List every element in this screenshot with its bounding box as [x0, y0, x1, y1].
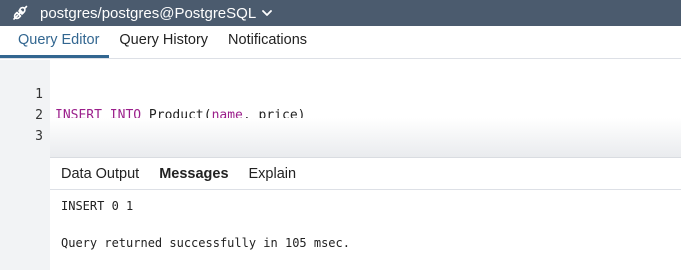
editor-line[interactable]: 1 INSERT INTO Product(name, price) — [0, 63, 681, 123]
line-number: 3 — [35, 129, 43, 144]
chevron-down-icon[interactable] — [262, 9, 273, 17]
tab-query-editor[interactable]: Query Editor — [0, 25, 110, 58]
results-panel: Data Output Messages Explain INSERT 0 1 … — [50, 157, 681, 270]
editor-splitter[interactable] — [50, 118, 681, 158]
message-line: INSERT 0 1 — [61, 199, 134, 213]
connection-plug-icon[interactable] — [0, 0, 40, 26]
tab-query-history[interactable]: Query History — [109, 25, 218, 58]
message-line: Query returned successfully in 105 msec. — [61, 236, 350, 250]
tab-notifications[interactable]: Notifications — [218, 25, 317, 58]
tab-messages[interactable]: Messages — [149, 166, 238, 182]
query-tool-tabs: Query Editor Query History Notifications — [0, 26, 681, 59]
tab-explain[interactable]: Explain — [239, 166, 307, 182]
results-tabs: Data Output Messages Explain — [50, 158, 681, 190]
connection-bar[interactable]: postgres/postgres@PostgreSQL — [0, 0, 681, 26]
tab-data-output[interactable]: Data Output — [50, 166, 149, 182]
connection-title[interactable]: postgres/postgres@PostgreSQL — [40, 5, 256, 22]
editor-line[interactable]: 2 VALUES ('Printer', 450.5078); — [0, 84, 681, 144]
